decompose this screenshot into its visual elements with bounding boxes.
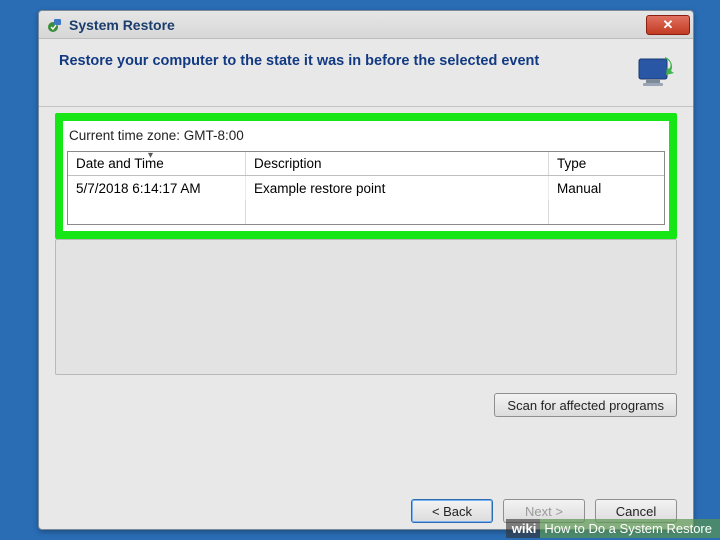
highlight-frame: Current time zone: GMT-8:00 Date and Tim… — [55, 113, 677, 239]
col-description[interactable]: Description — [246, 152, 549, 175]
close-button[interactable]: ✕ — [646, 15, 690, 35]
close-icon: ✕ — [663, 17, 674, 33]
heading-text: Restore your computer to the state it wa… — [59, 49, 629, 69]
watermark-text: How to Do a System Restore — [540, 519, 720, 538]
window-title: System Restore — [69, 17, 646, 33]
restore-monitor-icon — [629, 49, 677, 97]
table-header: Date and Time ▾ Description Type — [68, 152, 664, 176]
watermark-brand: wiki — [506, 519, 541, 538]
col-date[interactable]: Date and Time ▾ — [68, 152, 246, 175]
col-description-label: Description — [254, 156, 322, 171]
sort-descending-icon: ▾ — [148, 152, 153, 161]
table-row[interactable]: 5/7/2018 6:14:17 AM Example restore poin… — [68, 176, 664, 200]
scan-affected-button[interactable]: Scan for affected programs — [494, 393, 677, 417]
restore-point-table[interactable]: Date and Time ▾ Description Type 5/7/201… — [67, 151, 665, 225]
scan-row: Scan for affected programs — [39, 375, 693, 417]
back-button[interactable]: < Back — [411, 499, 493, 523]
col-type-label: Type — [557, 156, 586, 171]
titlebar: System Restore ✕ — [39, 11, 693, 39]
system-restore-window: System Restore ✕ Restore your computer t… — [38, 10, 694, 530]
cell-description: Example restore point — [246, 176, 549, 200]
timezone-label: Current time zone: GMT-8:00 — [67, 125, 665, 151]
system-restore-icon — [47, 17, 63, 33]
table-empty-area — [68, 200, 664, 224]
watermark: wiki How to Do a System Restore — [506, 519, 720, 538]
dialog-header: Restore your computer to the state it wa… — [39, 39, 693, 107]
col-type[interactable]: Type — [549, 152, 664, 175]
cell-date: 5/7/2018 6:14:17 AM — [68, 176, 246, 200]
details-panel — [55, 239, 677, 375]
content-area: Current time zone: GMT-8:00 Date and Tim… — [39, 107, 693, 239]
cell-type: Manual — [549, 176, 664, 200]
